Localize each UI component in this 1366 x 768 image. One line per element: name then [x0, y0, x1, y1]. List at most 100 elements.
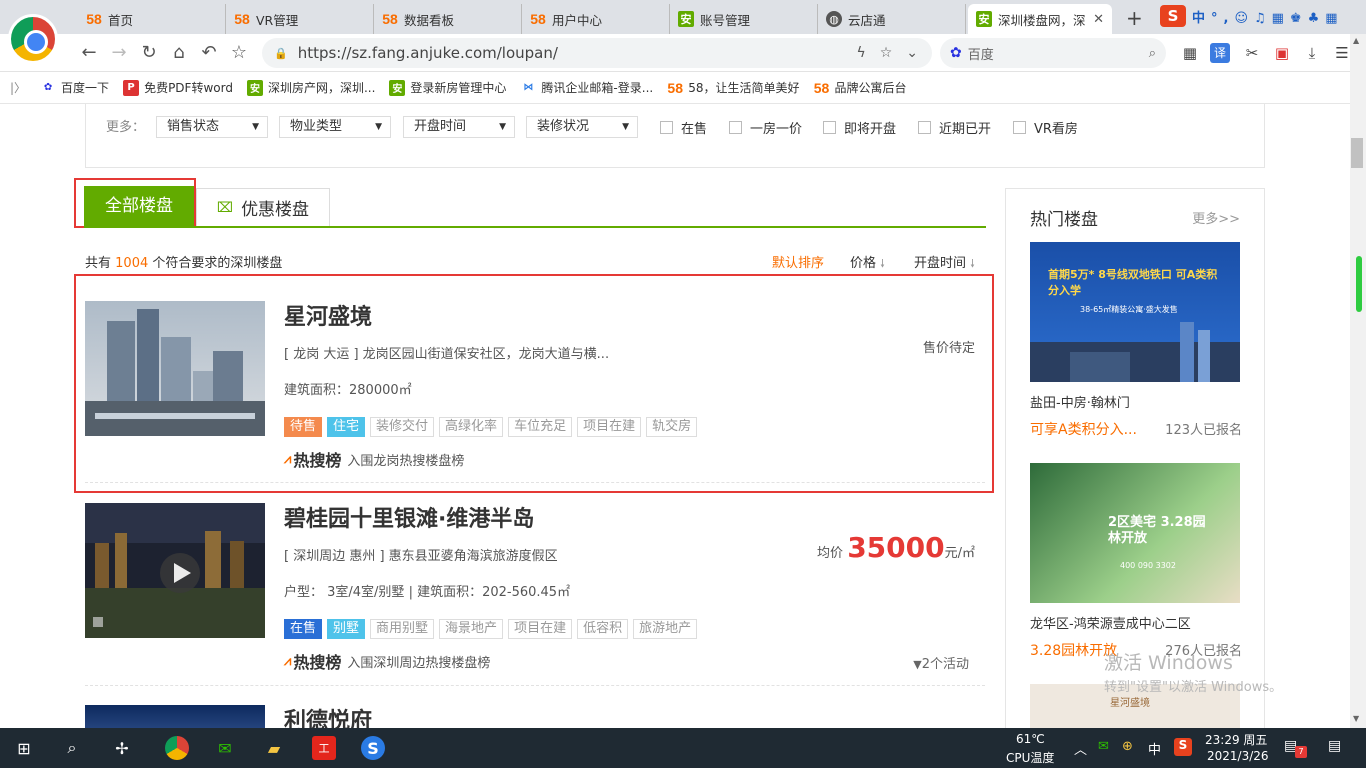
sort-open-time[interactable]: 开盘时间 🠗 [914, 252, 975, 274]
listing-address: [ 深圳周边 惠州 ] 惠东县亚婆角海滨旅游度假区 [284, 549, 558, 564]
chrome-taskbar-icon[interactable] [165, 736, 189, 760]
back-icon[interactable]: ← [78, 42, 100, 64]
search-icon[interactable]: ⌕ [60, 736, 84, 760]
close-tab-icon[interactable]: ✕ [1093, 12, 1104, 27]
result-count: 共有 1004 个符合要求的深圳楼盘 [85, 256, 283, 271]
checkbox-box[interactable] [729, 121, 742, 134]
checkbox-opening-soon[interactable]: 即将开盘 [823, 118, 896, 137]
listing-name[interactable]: 利德悦府 [284, 703, 372, 728]
bookmark-item[interactable]: 58 58，让生活简单美好 [667, 79, 799, 96]
sidebar-listing-image[interactable]: 2区美宅 3.28园林开放 400 090 3302 [1030, 463, 1240, 603]
checkbox-on-sale[interactable]: 在售 [660, 118, 707, 137]
bookmark-item[interactable]: 安登录新房管理中心 [389, 79, 506, 96]
browser-tab[interactable]: 安账号管理 [670, 4, 818, 34]
sogou-tray-icon[interactable]: S [1174, 738, 1192, 756]
menu-icon[interactable]: ☰ [1332, 43, 1352, 63]
undo-icon[interactable]: ↶ [198, 42, 220, 64]
bookmark-item[interactable]: ⋈ 腾讯企业邮箱-登录... [520, 79, 653, 96]
search-icon[interactable]: ⌕ [1149, 46, 1156, 61]
sogou-ime-icon[interactable]: S [1160, 5, 1186, 27]
sort-default[interactable]: 默认排序 [772, 252, 824, 271]
ime-indicator[interactable]: 中 [1148, 739, 1161, 758]
browser-tab[interactable]: 58 VR管理 [226, 4, 374, 34]
listing-photo[interactable] [85, 503, 265, 638]
chevron-down-icon[interactable]: ⌄ [906, 45, 918, 61]
bookmark-item[interactable]: 58 品牌公寓后台 [813, 79, 907, 96]
listing-card[interactable]: 利德悦府 [85, 705, 985, 728]
checkbox-box[interactable] [823, 121, 836, 134]
new-tab-icon[interactable]: + [1126, 6, 1143, 30]
listing-name[interactable]: 碧桂园十里银滩·维港半岛 [284, 501, 534, 533]
windows-start-icon[interactable]: ⊞ [12, 736, 36, 760]
browser-tab[interactable]: 58 数据看板 [374, 4, 522, 34]
sidebar-more-link[interactable]: 更多>> [1192, 208, 1240, 227]
highlight-box [74, 274, 994, 493]
wechat-icon[interactable]: ✉ [213, 736, 237, 760]
sort-price[interactable]: 价格 🠗 [850, 252, 885, 274]
plus-tray-icon[interactable]: ⊕ [1122, 739, 1133, 754]
checkbox-vr-tour[interactable]: VR看房 [1013, 118, 1078, 137]
checkbox-one-price[interactable]: 一房一价 [729, 118, 802, 137]
fan-app-icon[interactable]: ✢ [110, 736, 134, 760]
sidebar-listing-image[interactable]: 首期5万* 8号线双地铁口 可A类积分入学 38-65㎡精装公寓·盛大发售 [1030, 242, 1240, 382]
checkbox-box[interactable] [918, 121, 931, 134]
filter-dropdown-decoration[interactable]: 装修状况 [526, 116, 638, 138]
ime-toolbar-icons[interactable]: 中°,☺♫▦♚♣▦ [1192, 7, 1344, 26]
filter-dropdown-open-time[interactable]: 开盘时间 [403, 116, 515, 138]
filter-dropdown-sales-status[interactable]: 销售状态 [156, 116, 268, 138]
bookmark-item[interactable]: P 免费PDF转word [123, 79, 233, 96]
address-bar[interactable]: 🔒 https://sz.fang.anjuke.com/loupan/ ϟ ☆… [262, 38, 932, 68]
bookmark-star-icon[interactable]: ☆ [880, 45, 893, 61]
sidebar-listing[interactable]: 首期5万* 8号线双地铁口 可A类积分入学 38-65㎡精装公寓·盛大发售 盐田… [1030, 242, 1242, 439]
forward-icon[interactable]: → [108, 42, 130, 64]
bookmark-item[interactable]: 安深圳房产网，深圳... [246, 79, 375, 96]
feature-tag: 低容积 [577, 619, 629, 639]
clock-time[interactable]: 23:29 周五 [1205, 731, 1267, 748]
browser-tab[interactable]: ◍ 云店通 [818, 4, 966, 34]
browser-tab[interactable]: 58 用户中心 [522, 4, 670, 34]
office-app-icon[interactable]: 工 [312, 736, 336, 760]
scroll-progress-indicator[interactable] [1356, 256, 1362, 312]
highlight-box [74, 178, 196, 228]
filter-dropdown-property-type[interactable]: 物业类型 [279, 116, 391, 138]
scroll-up-icon[interactable]: ▲ [1353, 36, 1359, 45]
translate-icon[interactable]: 译 [1210, 43, 1230, 63]
listing-photo[interactable] [85, 705, 265, 728]
home-icon[interactable]: ⌂ [168, 42, 190, 64]
sogou-browser-icon[interactable]: S [361, 736, 385, 760]
ticket-icon: ⌧ [216, 199, 234, 216]
browser-tab-active[interactable]: 安深圳楼盘网，深 ✕ [968, 4, 1112, 34]
hot-search-rank[interactable]: ⩘ 热搜榜 入围深圳周边热搜楼盘榜 [284, 649, 490, 673]
scissors-icon[interactable]: ✂ [1242, 43, 1262, 63]
tab-underline [84, 226, 986, 228]
tab-deal-listings[interactable]: ⌧ 优惠楼盘 [196, 188, 330, 226]
sidebar-listing-name[interactable]: 龙华区-鸿荣源壹成中心二区 [1030, 613, 1242, 632]
bookmark-item[interactable]: ✿ 百度一下 [40, 79, 109, 96]
sidebar-listing[interactable]: 2区美宅 3.28园林开放 400 090 3302 龙华区-鸿荣源壹成中心二区… [1030, 463, 1242, 660]
browser-toolbar: ← → ↻ ⌂ ↶ ☆ 🔒 https://sz.fang.anjuke.com… [0, 34, 1366, 72]
checkbox-recently-opened[interactable]: 近期已开 [918, 118, 991, 137]
activities-toggle[interactable]: ▼2个活动 [913, 653, 969, 672]
download-icon[interactable]: ⤓ [1302, 43, 1322, 63]
listing-card[interactable]: 碧桂园十里银滩·维港半岛 [ 深圳周边 惠州 ] 惠东县亚婆角海滨旅游度假区 户… [85, 503, 985, 686]
sidebar-toggle-icon[interactable]: |〉 [10, 79, 26, 96]
grid-icon[interactable]: ▦ [1180, 43, 1200, 63]
flash-icon[interactable]: ϟ [856, 45, 865, 61]
action-center-icon[interactable]: ▤ [1328, 738, 1341, 754]
58-logo-icon: 58 [813, 79, 830, 96]
chevron-up-icon[interactable]: ︿ [1074, 739, 1087, 758]
clock-date[interactable]: 2021/3/26 [1207, 749, 1269, 763]
star-icon[interactable]: ☆ [228, 42, 250, 64]
reload-icon[interactable]: ↻ [138, 42, 160, 64]
browser-tab[interactable]: 58 首页 [78, 4, 226, 34]
sidebar-listing-name[interactable]: 盐田-中房·翰林门 [1030, 392, 1242, 411]
baidu-paw-icon: ✿ [950, 45, 962, 61]
wechat-tray-icon[interactable]: ✉ [1098, 739, 1109, 754]
folder-icon[interactable]: ▰ [262, 736, 286, 760]
scrollbar-thumb[interactable] [1351, 138, 1363, 168]
checkbox-box[interactable] [1013, 121, 1026, 134]
scroll-down-icon[interactable]: ▼ [1353, 714, 1359, 723]
search-input[interactable]: ✿ 百度 ⌕ [940, 38, 1166, 68]
pdf-icon[interactable]: ▣ [1272, 43, 1292, 63]
checkbox-box[interactable] [660, 121, 673, 134]
